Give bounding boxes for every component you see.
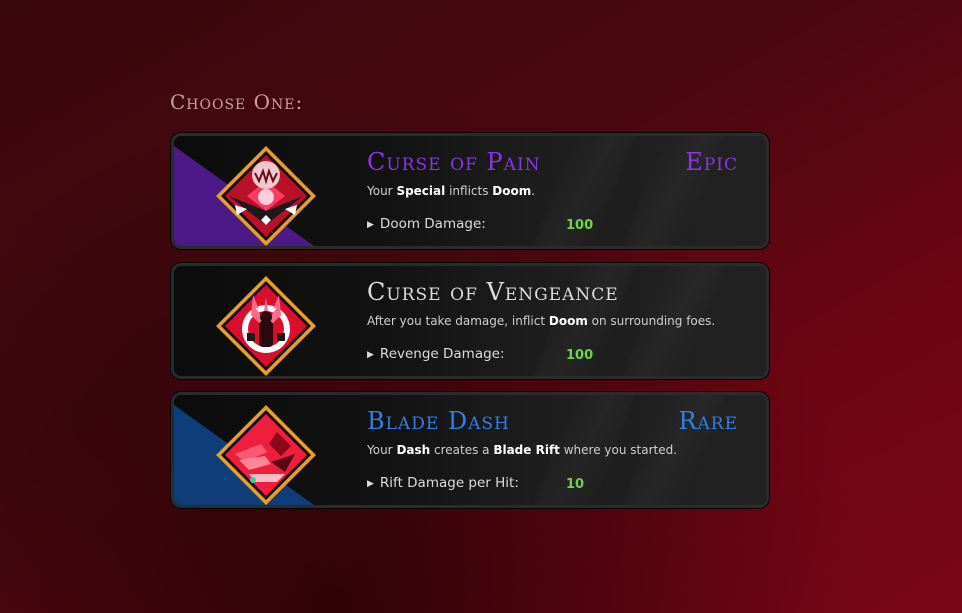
boon-description: Your Dash creates a Blade Rift where you…: [367, 443, 678, 457]
stat-value: 100: [566, 218, 594, 233]
boon-title: Curse of Pain: [367, 148, 541, 176]
boon-card-curse-of-pain[interactable]: Curse of Pain Epic Your Special inflicts…: [171, 133, 769, 249]
triangle-right-icon: ▶: [367, 220, 374, 230]
stat-label: Doom Damage:: [379, 216, 486, 232]
rarity-label: Rare: [678, 407, 738, 435]
boon-card-blade-dash[interactable]: Blade Dash Rare Your Dash creates a Blad…: [171, 392, 769, 508]
boon-title: Curse of Vengeance: [367, 278, 619, 306]
stat-row: ▶ Doom Damage:: [367, 216, 486, 232]
stat-value: 10: [566, 477, 585, 492]
boon-description: After you take damage, inflict Doom on s…: [367, 314, 716, 328]
stat-row: ▶ Revenge Damage:: [367, 346, 505, 362]
rarity-label: Epic: [685, 148, 738, 176]
boon-title: Blade Dash: [367, 407, 510, 435]
stat-row: ▶ Rift Damage per Hit:: [367, 475, 519, 491]
boon-description: Your Special inflicts Doom.: [367, 184, 536, 198]
choose-one-heading: Choose One:: [170, 90, 304, 114]
stat-label: Revenge Damage:: [379, 346, 505, 362]
triangle-right-icon: ▶: [367, 350, 374, 360]
curse-of-vengeance-icon: [216, 276, 316, 376]
triangle-right-icon: ▶: [367, 479, 374, 489]
stat-label: Rift Damage per Hit:: [379, 475, 519, 491]
blade-dash-icon: [216, 405, 316, 505]
boon-card-curse-of-vengeance[interactable]: Curse of Vengeance After you take damage…: [171, 263, 769, 379]
curse-of-pain-icon: [216, 146, 316, 246]
stat-value: 100: [566, 348, 594, 363]
